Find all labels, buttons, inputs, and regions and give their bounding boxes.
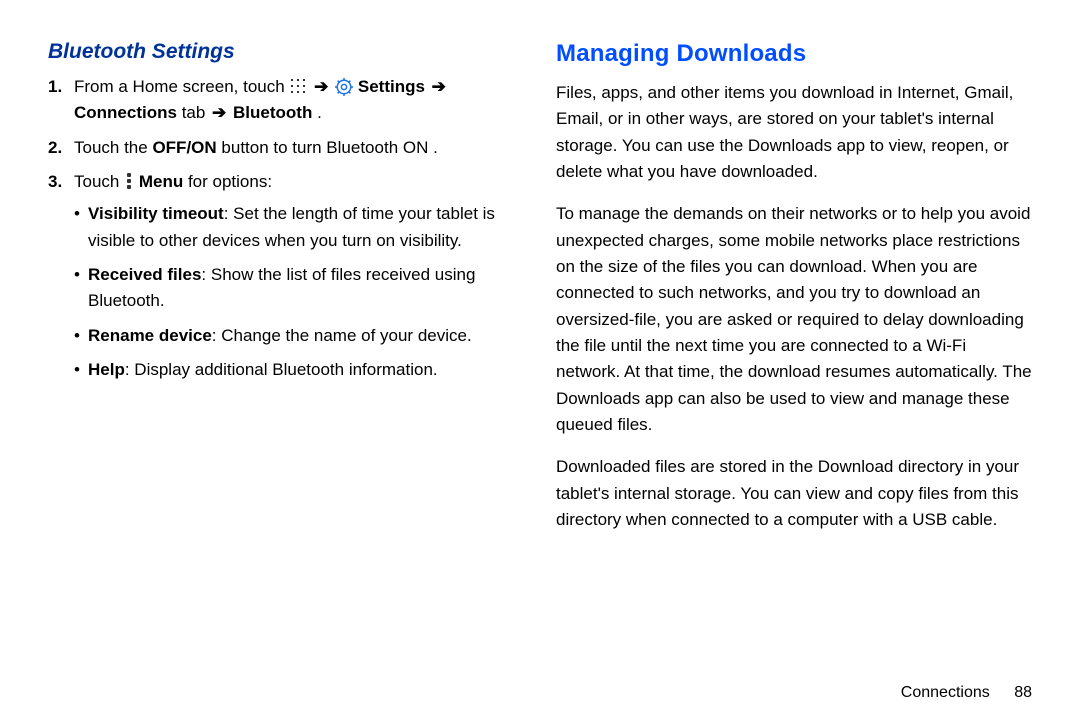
option-label: Rename device	[88, 326, 212, 345]
option-visibility-timeout: Visibility timeout: Set the length of ti…	[88, 201, 508, 254]
footer-chapter: Connections	[901, 684, 990, 701]
right-column: Managing Downloads Files, apps, and othe…	[556, 40, 1032, 550]
apps-grid-icon	[289, 77, 307, 95]
footer-page-number: 88	[1014, 684, 1032, 701]
settings-gear-icon	[335, 78, 353, 96]
step-3-text-1: Touch	[74, 172, 124, 191]
paragraph-2: To manage the demands on their networks …	[556, 201, 1032, 438]
step-1-text-1: From a Home screen, touch	[74, 77, 289, 96]
arrow-icon: ➔	[430, 74, 448, 100]
option-label: Visibility timeout	[88, 204, 224, 223]
step-3-text-2: for options:	[188, 172, 272, 191]
off-on-label: OFF/ON	[152, 138, 216, 157]
step-1: 1. From a Home screen, touch ➔ Settings …	[74, 74, 508, 127]
page-footer: Connections 88	[901, 684, 1032, 702]
bluetooth-label: Bluetooth	[233, 103, 312, 122]
connections-label: Connections	[74, 103, 177, 122]
step-3-number: 3.	[48, 169, 62, 195]
step-3: 3. Touch Menu for options: Visibility ti…	[74, 169, 508, 383]
managing-downloads-heading: Managing Downloads	[556, 40, 1032, 68]
step-2: 2. Touch the OFF/ON button to turn Bluet…	[74, 135, 508, 161]
period: .	[317, 103, 322, 122]
option-received-files: Received files: Show the list of files r…	[88, 262, 508, 315]
step-2-text-2: button to turn Bluetooth ON .	[221, 138, 437, 157]
left-column: Bluetooth Settings 1. From a Home screen…	[48, 40, 508, 550]
step-2-text-1: Touch the	[74, 138, 152, 157]
option-rename-device: Rename device: Change the name of your d…	[88, 323, 508, 349]
step-1-number: 1.	[48, 74, 62, 100]
menu-label: Menu	[139, 172, 183, 191]
arrow-icon: ➔	[312, 74, 330, 100]
option-desc: : Display additional Bluetooth informati…	[125, 360, 438, 379]
option-desc: : Change the name of your device.	[212, 326, 472, 345]
arrow-icon: ➔	[210, 100, 228, 126]
option-label: Help	[88, 360, 125, 379]
option-help: Help: Display additional Bluetooth infor…	[88, 357, 508, 383]
page-body: Bluetooth Settings 1. From a Home screen…	[0, 0, 1080, 550]
option-label: Received files	[88, 265, 201, 284]
step-2-number: 2.	[48, 135, 62, 161]
paragraph-3: Downloaded files are stored in the Downl…	[556, 454, 1032, 533]
tab-text: tab	[182, 103, 210, 122]
settings-label: Settings	[358, 77, 425, 96]
paragraph-1: Files, apps, and other items you downloa…	[556, 80, 1032, 185]
options-list: Visibility timeout: Set the length of ti…	[74, 201, 508, 383]
menu-dots-icon	[124, 172, 134, 190]
steps-list: 1. From a Home screen, touch ➔ Settings …	[48, 74, 508, 383]
bluetooth-settings-heading: Bluetooth Settings	[48, 40, 508, 64]
